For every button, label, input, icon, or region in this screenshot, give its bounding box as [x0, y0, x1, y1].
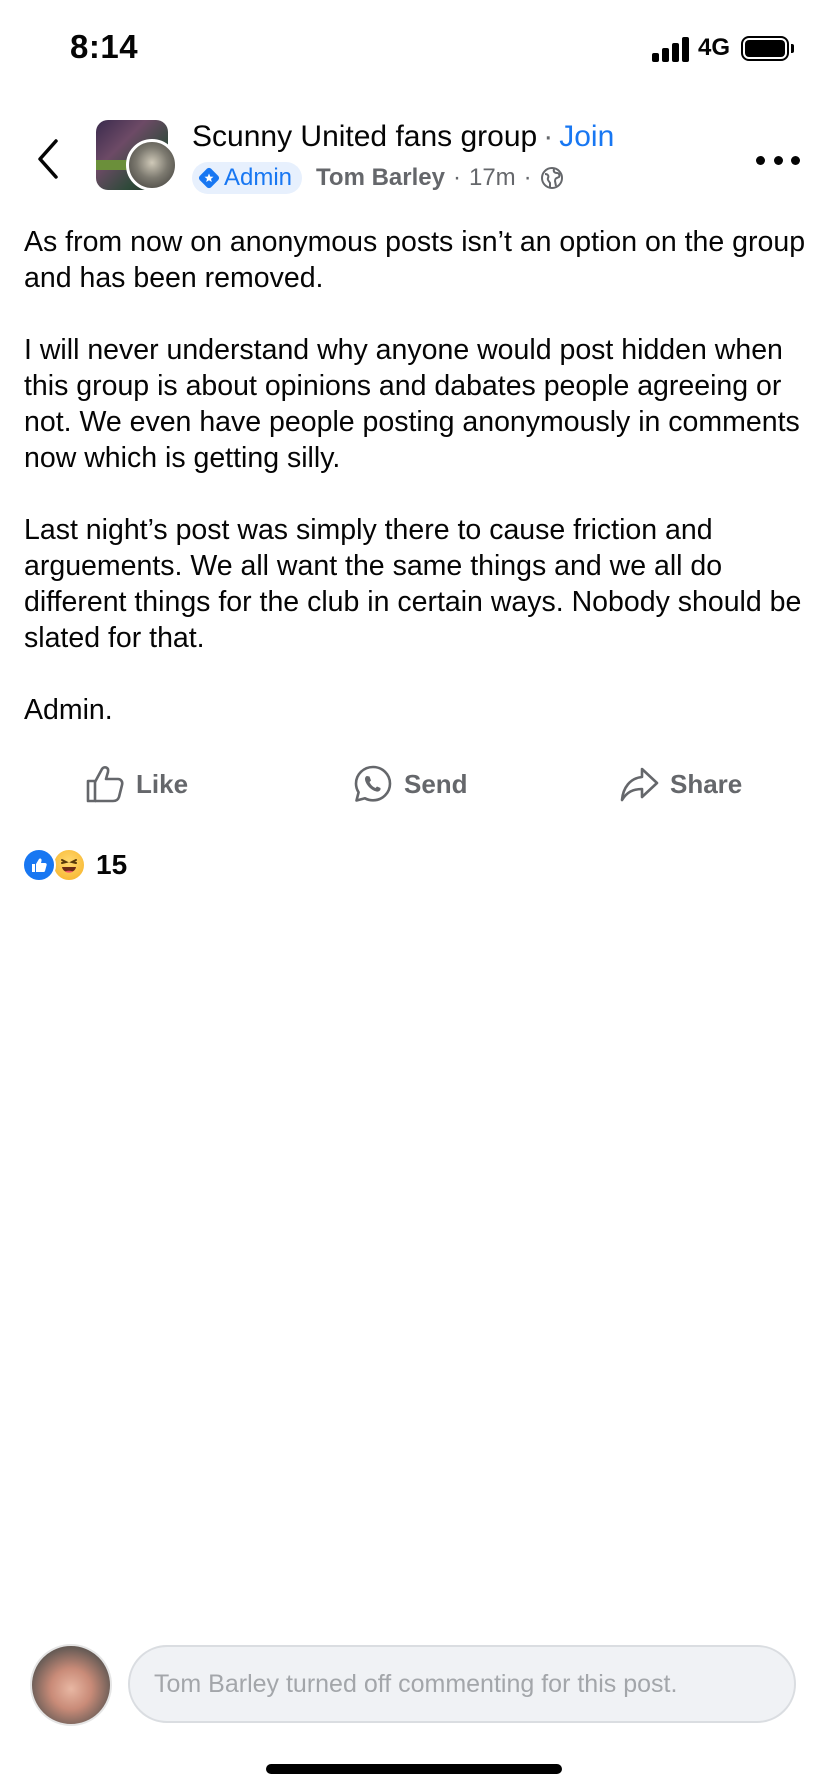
- post-time[interactable]: 17m: [469, 164, 516, 192]
- back-button[interactable]: [30, 135, 66, 183]
- status-bar: 8:14 4G: [0, 0, 828, 100]
- post-paragraph: As from now on anonymous posts isn’t an …: [24, 226, 806, 294]
- thumbs-up-icon: [86, 766, 124, 803]
- chevron-left-icon: [38, 139, 58, 179]
- battery-icon: [741, 36, 789, 61]
- comment-input-disabled: Tom Barley turned off commenting for thi…: [128, 1645, 796, 1723]
- globe-icon: [540, 167, 563, 189]
- share-arrow-icon: [620, 767, 659, 802]
- share-button[interactable]: Share: [618, 758, 742, 810]
- admin-star-icon: [198, 167, 220, 189]
- post-actions: Like Send Share: [0, 758, 828, 810]
- admin-badge: Admin: [192, 162, 303, 194]
- reactions-summary[interactable]: 15: [22, 845, 127, 885]
- like-button[interactable]: Like: [84, 758, 188, 810]
- haha-reaction-icon: [52, 848, 86, 882]
- reaction-count: 15: [96, 849, 128, 880]
- author-avatar[interactable]: [126, 139, 178, 191]
- like-label: Like: [136, 768, 189, 799]
- signal-icon: [652, 36, 692, 62]
- group-title-line: Scunny United fans group · Join: [192, 120, 614, 154]
- join-button[interactable]: Join: [559, 120, 614, 153]
- post-text: As from now on anonymous posts isn’t an …: [24, 224, 808, 728]
- post-meta: Admin Tom Barley · 17m ·: [192, 160, 564, 196]
- post-paragraph: Last night’s post was simply there to ca…: [24, 514, 802, 654]
- title-separator: ·: [543, 120, 554, 153]
- send-button[interactable]: Send: [352, 758, 468, 810]
- like-reaction-icon: [22, 848, 56, 882]
- send-label: Send: [404, 768, 468, 799]
- post-paragraph: I will never understand why anyone would…: [24, 334, 800, 474]
- share-label: Share: [670, 768, 743, 799]
- post-paragraph: Admin.: [24, 694, 113, 726]
- group-name[interactable]: Scunny United fans group: [192, 120, 537, 153]
- admin-badge-label: Admin: [224, 164, 293, 191]
- meta-separator: ·: [452, 164, 461, 191]
- meta-separator-2: ·: [523, 164, 532, 191]
- current-user-avatar[interactable]: [30, 1644, 112, 1726]
- author-name[interactable]: Tom Barley: [316, 164, 445, 192]
- status-time: 8:14: [70, 28, 139, 65]
- network-type: 4G: [698, 34, 731, 61]
- battery-tip: [791, 44, 794, 53]
- more-options-icon[interactable]: [756, 146, 800, 174]
- home-indicator: [266, 1764, 562, 1774]
- whatsapp-icon: [354, 765, 392, 802]
